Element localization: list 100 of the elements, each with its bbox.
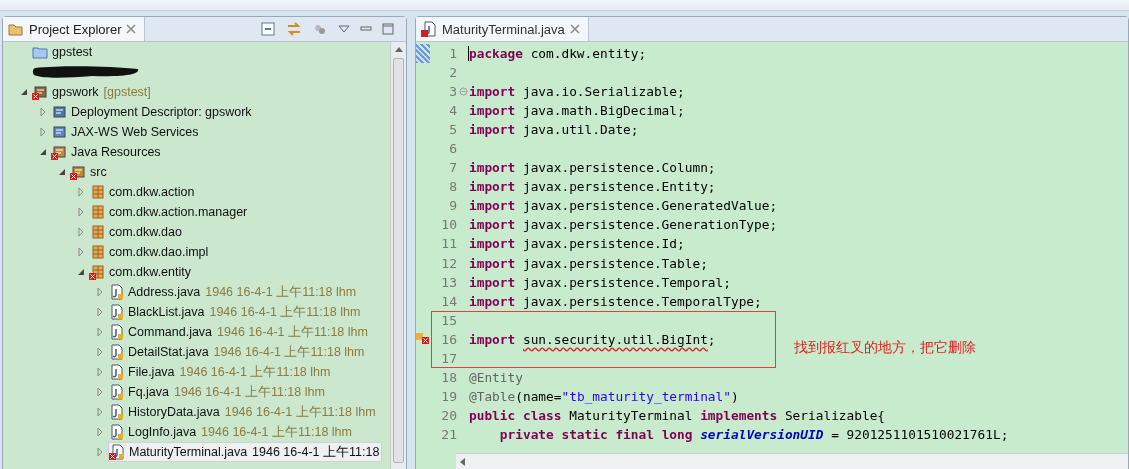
- tree-item[interactable]: com.dkw.action.manager: [89, 203, 250, 221]
- item-decoration: 1946 16-4-1 上午11:18 lhm: [205, 283, 357, 301]
- collapsed-arrow-icon[interactable]: [96, 428, 104, 436]
- tree-item[interactable]: MaturityTerminal.java 1946 16-4-1 上午11:18: [108, 442, 383, 462]
- maximize-icon[interactable]: [382, 23, 394, 35]
- line-number: 21: [440, 426, 457, 442]
- scroll-up-icon[interactable]: [394, 47, 403, 52]
- item-decoration: 1946 16-4-1 上午11:18 lhm: [179, 363, 331, 381]
- line-number: 3: [448, 84, 457, 100]
- line-number: 19: [440, 388, 457, 404]
- item-decoration: 1946 16-4-1 上午11:18 lhm: [217, 323, 368, 341]
- line-number: 12: [440, 255, 457, 271]
- line-number: 16: [440, 331, 457, 347]
- item-label: com.dkw.action.manager: [109, 205, 248, 219]
- tree-item[interactable]: gpswork [gpstest]: [32, 83, 153, 101]
- tree-item[interactable]: HistoryData.java 1946 16-4-1 上午11:18 lhm: [108, 403, 378, 421]
- line-number: 9: [448, 198, 457, 214]
- collapsed-arrow-icon[interactable]: [39, 108, 47, 116]
- tree-item[interactable]: Java Resources: [51, 143, 163, 161]
- collapsed-arrow-icon[interactable]: [96, 408, 104, 416]
- tree-item[interactable]: com.dkw.action: [89, 183, 197, 201]
- item-label: JAX-WS Web Services: [71, 125, 199, 139]
- fold-icon[interactable]: [458, 87, 468, 97]
- expanded-arrow-icon[interactable]: [20, 88, 28, 96]
- tree-item[interactable]: com.dkw.dao.impl: [89, 243, 211, 261]
- collapsed-arrow-icon[interactable]: [96, 328, 104, 336]
- code-line: import javax.persistence.GeneratedValue;: [469, 198, 778, 214]
- folder-icon: [8, 21, 24, 37]
- expanded-arrow-icon[interactable]: [58, 168, 66, 176]
- item-label: Java Resources: [71, 145, 161, 159]
- collapse-all-icon[interactable]: [260, 21, 276, 37]
- item-decoration: 1946 16-4-1 上午11:18 lhm: [213, 343, 365, 361]
- collapsed-arrow-icon[interactable]: [77, 188, 85, 196]
- scrollbar[interactable]: [456, 453, 1128, 469]
- collapsed-arrow-icon[interactable]: [96, 308, 104, 316]
- minimize-icon[interactable]: [360, 26, 372, 32]
- expanded-arrow-icon[interactable]: [77, 268, 85, 276]
- tree-item[interactable]: gpstest: [32, 43, 95, 61]
- code-line: @Entity: [469, 369, 523, 385]
- item-decoration: 1946 16-4-1 上午11:18 lhm: [174, 383, 325, 401]
- expanded-arrow-icon[interactable]: [39, 148, 47, 156]
- close-icon[interactable]: [569, 24, 580, 34]
- item-label: File.java: [128, 365, 175, 379]
- line-number: 15: [440, 312, 457, 328]
- item-label: gpstest: [52, 45, 93, 59]
- scroll-left-icon[interactable]: [460, 457, 465, 466]
- collapsed-arrow-icon[interactable]: [96, 348, 104, 356]
- code-line: import java.io.Serializable;: [469, 84, 685, 100]
- line-number: 18: [440, 369, 457, 385]
- line-number: 2: [448, 65, 457, 81]
- tree-item[interactable]: com.dkw.entity: [89, 263, 193, 281]
- collapsed-arrow-icon[interactable]: [77, 248, 85, 256]
- item-decoration: 1946 16-4-1 上午11:18: [252, 443, 380, 461]
- tree-item[interactable]: DetailStat.java 1946 16-4-1 上午11:18 lhm: [108, 343, 367, 361]
- code-line: import javax.persistence.Table;: [469, 255, 708, 271]
- line-number: 1: [448, 46, 457, 61]
- line-number: 13: [440, 274, 457, 290]
- link-icon[interactable]: [286, 21, 302, 37]
- item-label: Fq.java: [128, 385, 169, 399]
- close-icon[interactable]: [126, 24, 137, 34]
- code-line: package com.dkw.entity;: [469, 46, 647, 61]
- line-number: 14: [440, 293, 457, 309]
- tree-item[interactable]: Command.java 1946 16-4-1 上午11:18 lhm: [108, 323, 370, 341]
- line-number: 17: [440, 350, 457, 366]
- item-label: Command.java: [128, 325, 213, 339]
- item-label: gpswork: [52, 85, 99, 99]
- line-number: 11: [440, 236, 457, 252]
- scrollbar[interactable]: [390, 42, 406, 469]
- collapsed-arrow-icon[interactable]: [77, 208, 85, 216]
- collapsed-arrow-icon[interactable]: [77, 228, 85, 236]
- code-line: import javax.persistence.Entity;: [469, 179, 716, 195]
- line-number: 7: [448, 160, 457, 176]
- scroll-thumb[interactable]: [393, 58, 404, 463]
- dropdown-icon[interactable]: [338, 25, 350, 33]
- collapsed-arrow-icon[interactable]: [96, 388, 104, 396]
- code-line: import sun.security.util.BigInt;: [469, 331, 716, 347]
- code-line: import javax.persistence.Column;: [469, 160, 716, 176]
- collapsed-arrow-icon[interactable]: [96, 448, 104, 456]
- tree-item[interactable]: Fq.java 1946 16-4-1 上午11:18 lhm: [108, 383, 327, 401]
- code-line: import java.util.Date;: [469, 122, 639, 138]
- code-line: import javax.persistence.GenerationType;: [469, 217, 778, 233]
- tree-item[interactable]: src: [70, 163, 109, 181]
- tree-item[interactable]: Address.java 1946 16-4-1 上午11:18 lhm: [108, 283, 359, 301]
- collapsed-arrow-icon[interactable]: [39, 128, 47, 136]
- tree-item[interactable]: File.java 1946 16-4-1 上午11:18 lhm: [108, 363, 333, 381]
- item-label: DetailStat.java: [128, 345, 209, 359]
- tree-item[interactable]: LogInfo.java 1946 16-4-1 上午11:18 lhm: [108, 423, 354, 441]
- item-label: Deployment Descriptor: gpswork: [71, 105, 252, 119]
- editor-tab[interactable]: MaturityTerminal.java: [416, 17, 589, 41]
- item-decoration: [gpstest]: [103, 85, 151, 99]
- code-line: import java.math.BigDecimal;: [469, 103, 685, 119]
- line-number: 6: [448, 141, 457, 157]
- tree-item[interactable]: JAX-WS Web Services: [51, 123, 201, 141]
- collapsed-arrow-icon[interactable]: [96, 368, 104, 376]
- code-line: import javax.persistence.Id;: [469, 236, 685, 252]
- collapsed-arrow-icon[interactable]: [96, 288, 104, 296]
- item-decoration: 1946 16-4-1 上午11:18 lhm: [201, 423, 352, 441]
- tree-item[interactable]: BlackList.java 1946 16-4-1 上午11:18 lhm: [108, 303, 363, 321]
- tree-item[interactable]: Deployment Descriptor: gpswork: [51, 103, 254, 121]
- tree-item[interactable]: com.dkw.dao: [89, 223, 184, 241]
